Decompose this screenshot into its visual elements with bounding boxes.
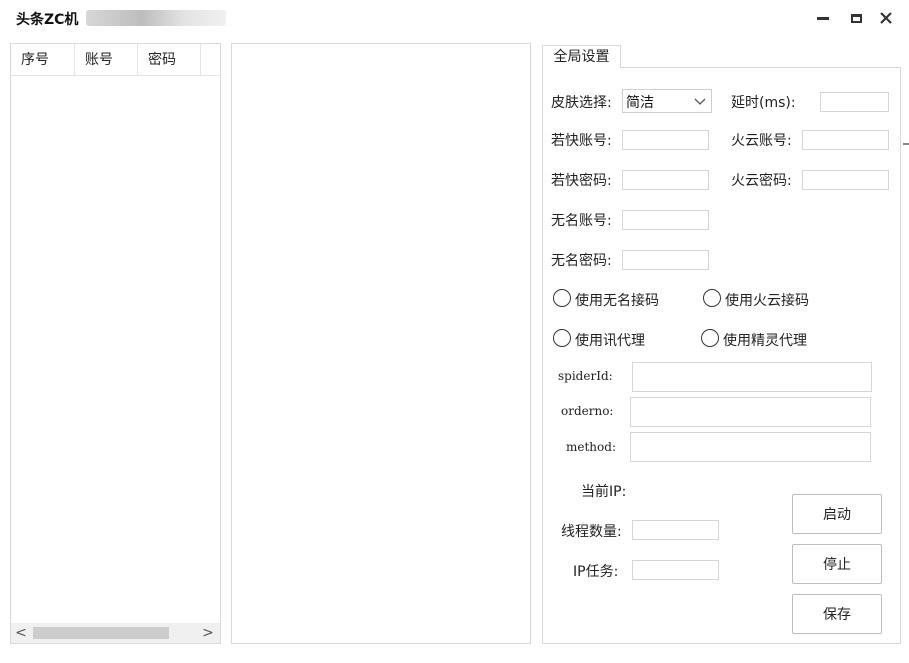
- close-icon: [880, 12, 892, 24]
- maximize-icon: [850, 13, 862, 23]
- spiderid-input[interactable]: [632, 362, 872, 392]
- orderno-label: orderno:: [561, 404, 614, 418]
- ip-task-input[interactable]: [632, 560, 719, 580]
- tab-global-settings[interactable]: 全局设置: [542, 45, 621, 68]
- radio-use-jingling-proxy[interactable]: [701, 329, 719, 347]
- skin-select[interactable]: 简洁: [622, 89, 712, 113]
- ruokuai-account-input[interactable]: [622, 130, 709, 150]
- wuming-account-input[interactable]: [622, 210, 709, 230]
- chevron-down-icon: [694, 98, 706, 105]
- window-edge-mark: [903, 143, 909, 145]
- radio-use-huoyun[interactable]: [703, 289, 721, 307]
- ip-task-label: IP任务:: [573, 564, 619, 580]
- column-header-account[interactable]: 账号: [75, 44, 138, 76]
- minimize-icon: [817, 16, 829, 20]
- huoyun-account-input[interactable]: [802, 130, 889, 150]
- delay-input[interactable]: [820, 92, 889, 112]
- maximize-button[interactable]: [844, 6, 868, 30]
- grid-header: 序号 账号 密码: [11, 44, 220, 76]
- window-title: 头条ZC机: [16, 12, 79, 28]
- scroll-thumb[interactable]: [33, 627, 169, 639]
- account-grid[interactable]: 序号 账号 密码 < >: [10, 43, 221, 644]
- scroll-left-icon[interactable]: <: [11, 623, 31, 643]
- huoyun-password-label: 火云密码:: [731, 173, 792, 189]
- save-button[interactable]: 保存: [792, 594, 882, 634]
- radio-use-xun-proxy[interactable]: [553, 329, 571, 347]
- radio-use-jingling-proxy-label[interactable]: 使用精灵代理: [723, 330, 807, 350]
- wuming-account-label: 无名账号:: [551, 213, 612, 229]
- ruokuai-password-label: 若快密码:: [551, 173, 612, 189]
- ruokuai-password-input[interactable]: [622, 170, 709, 190]
- stop-button[interactable]: 停止: [792, 544, 882, 584]
- column-header-index[interactable]: 序号: [11, 44, 75, 76]
- horizontal-scrollbar[interactable]: < >: [11, 623, 220, 643]
- wuming-password-label: 无名密码:: [551, 253, 612, 269]
- threads-input[interactable]: [632, 520, 719, 540]
- spiderid-label: spiderId:: [558, 369, 613, 383]
- skin-label: 皮肤选择:: [551, 95, 612, 111]
- delay-label: 延时(ms):: [731, 95, 796, 111]
- radio-use-xun-proxy-label[interactable]: 使用讯代理: [575, 330, 645, 350]
- wuming-password-input[interactable]: [622, 250, 709, 270]
- scroll-right-icon[interactable]: >: [198, 623, 218, 643]
- close-button[interactable]: [874, 6, 898, 30]
- skin-select-value: 简洁: [626, 95, 654, 111]
- start-button[interactable]: 启动: [792, 494, 882, 534]
- threads-label: 线程数量:: [561, 524, 622, 540]
- ruokuai-account-label: 若快账号:: [551, 133, 612, 149]
- orderno-input[interactable]: [630, 397, 871, 427]
- huoyun-password-input[interactable]: [802, 170, 889, 190]
- method-label: method:: [566, 440, 616, 454]
- current-ip-label: 当前IP:: [581, 484, 627, 500]
- minimize-button[interactable]: [811, 6, 835, 30]
- radio-use-huoyun-label[interactable]: 使用火云接码: [725, 290, 809, 310]
- radio-use-wuming[interactable]: [553, 289, 571, 307]
- radio-use-wuming-label[interactable]: 使用无名接码: [575, 290, 659, 310]
- method-input[interactable]: [630, 432, 871, 462]
- huoyun-account-label: 火云账号:: [731, 133, 792, 149]
- column-header-password[interactable]: 密码: [138, 44, 201, 76]
- log-panel[interactable]: [231, 43, 531, 644]
- blurred-title-suffix: [86, 10, 226, 26]
